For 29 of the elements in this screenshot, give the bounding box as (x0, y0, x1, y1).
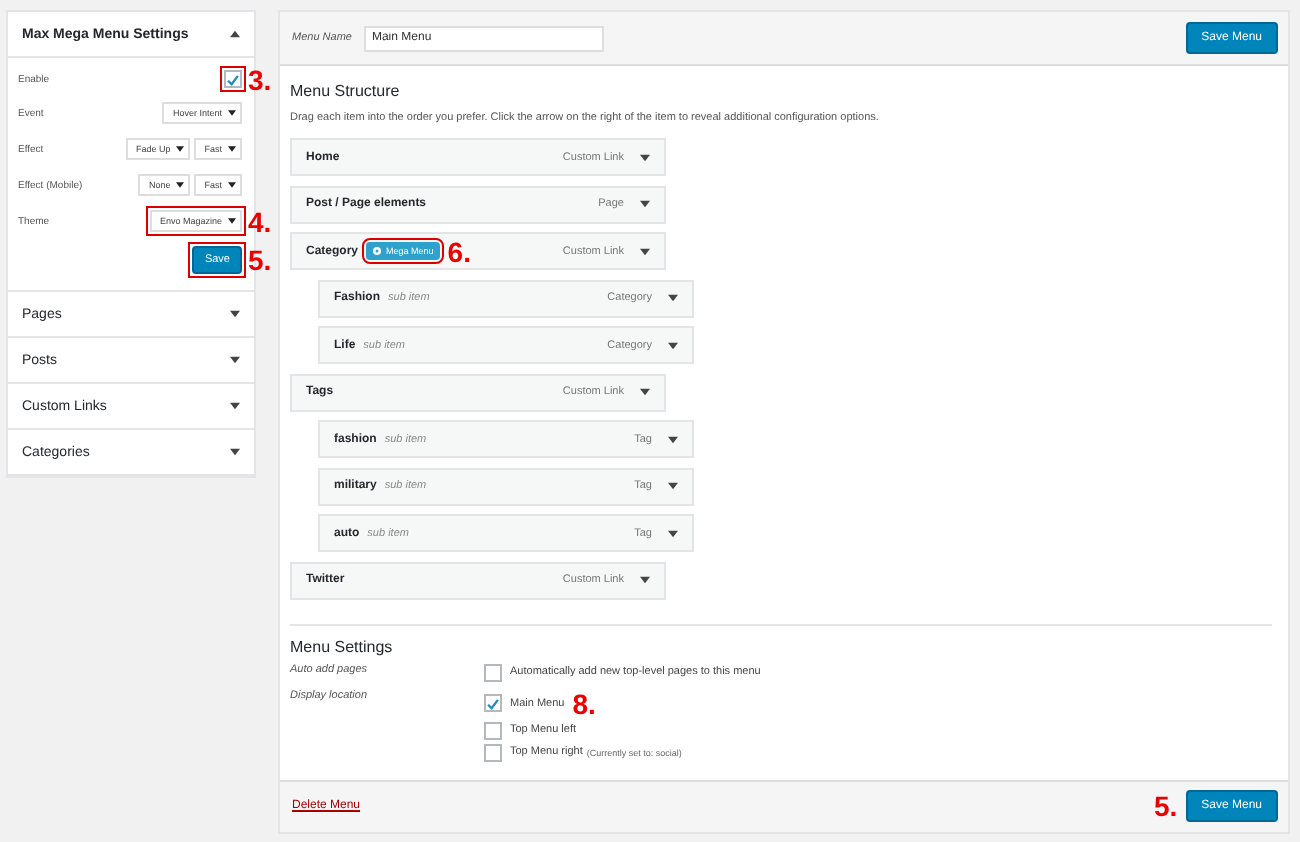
caret-icon (668, 294, 678, 302)
caret-icon (668, 482, 678, 490)
annotation-number: 5. (248, 246, 272, 274)
annotation-number: 4. (248, 207, 272, 235)
annotation-number: 3. (248, 65, 272, 93)
checkbox[interactable] (484, 663, 502, 681)
checkbox[interactable] (224, 70, 242, 88)
section-heading: Menu Settings (290, 637, 395, 655)
caret-icon (640, 388, 650, 396)
annotation-number: 8. (572, 689, 596, 717)
caret-icon (228, 146, 236, 152)
caret-icon (668, 341, 678, 349)
caret-icon (640, 153, 650, 161)
caret-icon (176, 146, 185, 152)
caret-icon (640, 200, 650, 208)
checkbox[interactable] (484, 743, 502, 761)
checkbox[interactable] (484, 694, 502, 712)
caret-icon (640, 576, 650, 584)
checkbox[interactable] (484, 721, 502, 739)
annotation-number: 6. (447, 237, 471, 265)
section-heading: Menu Structure (290, 82, 402, 100)
caret-icon (228, 110, 236, 116)
caret-icon (176, 182, 185, 188)
caret-icon (668, 435, 678, 443)
caret-icon (228, 182, 236, 188)
caret-icon (668, 529, 678, 537)
caret-icon (640, 247, 650, 255)
annotation-number: 5. (1153, 792, 1178, 820)
caret-icon (228, 218, 236, 224)
